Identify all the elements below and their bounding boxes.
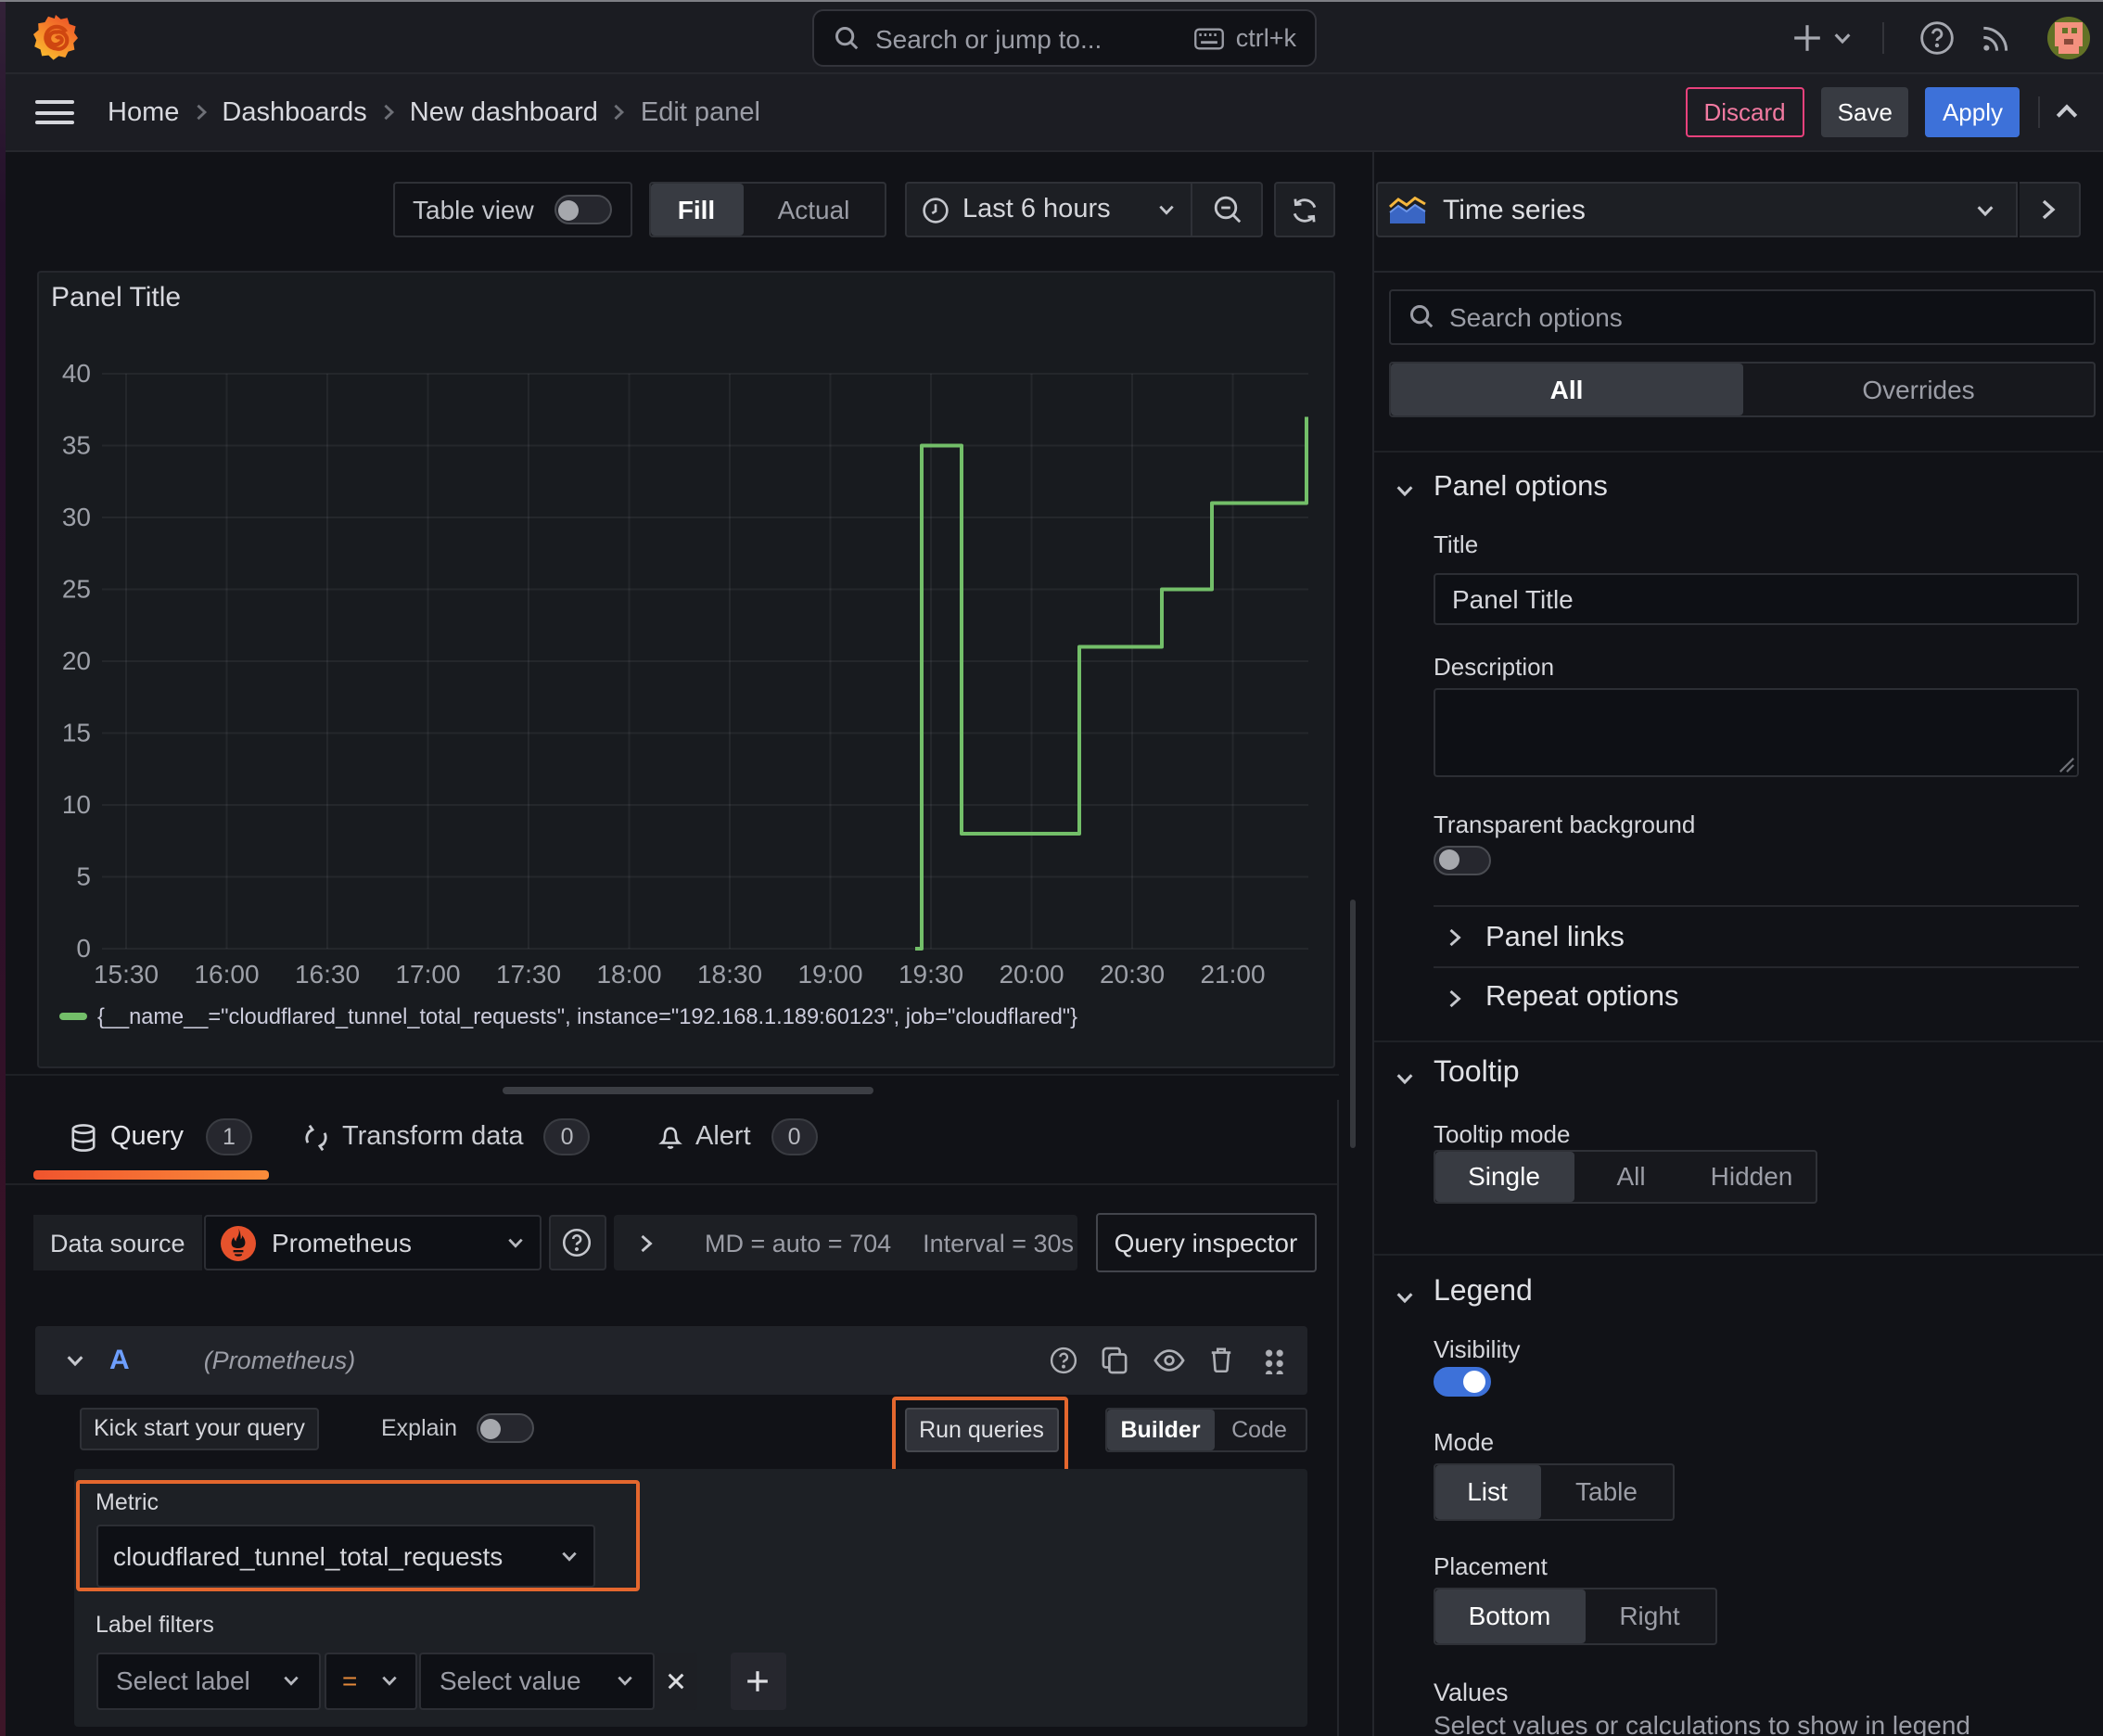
svg-text:25: 25 <box>61 575 90 604</box>
svg-text:18:00: 18:00 <box>595 960 660 989</box>
svg-text:40: 40 <box>61 359 90 388</box>
svg-text:20:30: 20:30 <box>1099 960 1164 989</box>
svg-text:5: 5 <box>75 862 90 891</box>
svg-text:21:00: 21:00 <box>1199 960 1264 989</box>
svg-text:19:30: 19:30 <box>898 960 962 989</box>
svg-text:17:00: 17:00 <box>394 960 459 989</box>
svg-text:20:00: 20:00 <box>998 960 1063 989</box>
svg-text:16:00: 16:00 <box>193 960 258 989</box>
svg-text:0: 0 <box>75 934 90 963</box>
svg-text:35: 35 <box>61 431 90 460</box>
svg-text:20: 20 <box>61 646 90 675</box>
svg-text:18:30: 18:30 <box>696 960 761 989</box>
svg-text:16:30: 16:30 <box>294 960 359 989</box>
svg-text:19:00: 19:00 <box>797 960 861 989</box>
svg-text:30: 30 <box>61 503 90 531</box>
svg-text:15: 15 <box>61 719 90 747</box>
svg-text:15:30: 15:30 <box>93 960 158 989</box>
svg-text:17:30: 17:30 <box>495 960 560 989</box>
svg-text:10: 10 <box>61 790 90 819</box>
